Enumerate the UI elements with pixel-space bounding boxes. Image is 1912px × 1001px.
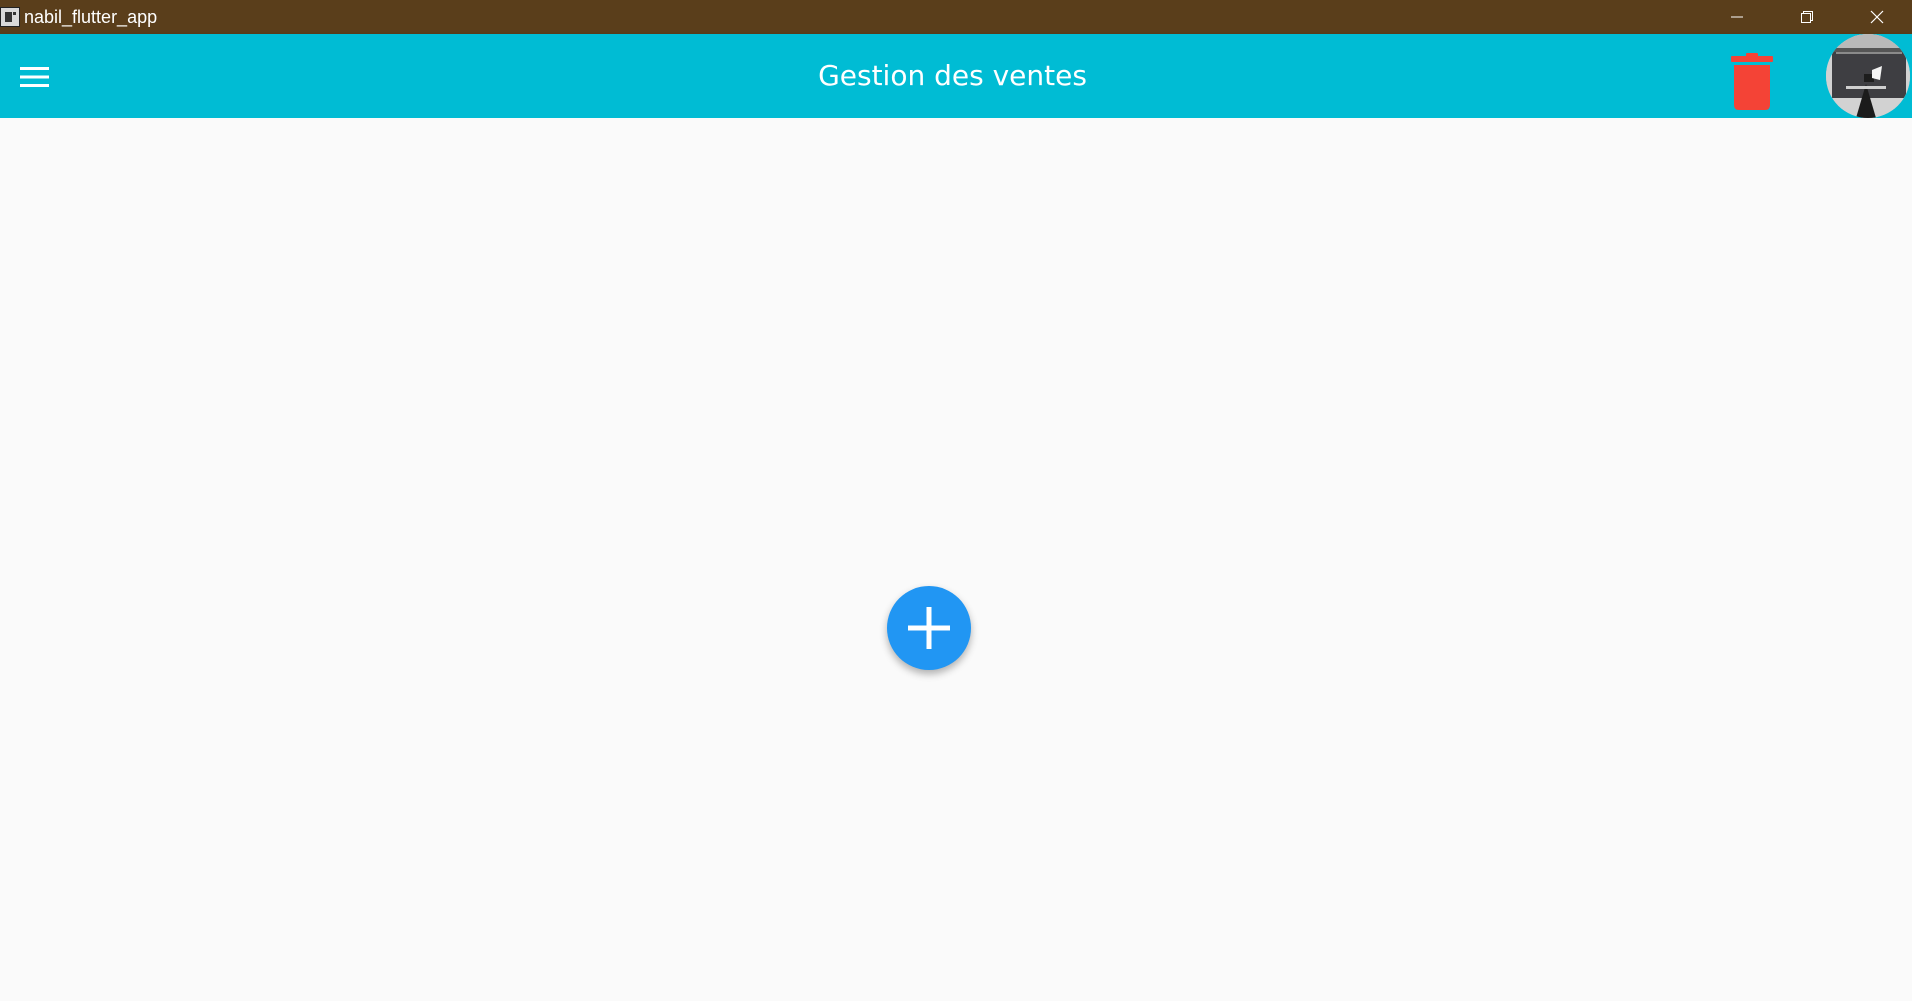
- app-bar: Gestion des ventes: [0, 34, 1912, 118]
- close-icon: [1870, 10, 1884, 24]
- avatar-image: [1826, 34, 1910, 118]
- close-button[interactable]: [1842, 0, 1912, 34]
- delete-button[interactable]: [1722, 52, 1782, 112]
- page-title: Gestion des ventes: [818, 59, 1087, 92]
- app-icon: [0, 7, 20, 27]
- profile-avatar[interactable]: [1826, 34, 1910, 118]
- restore-icon: [1801, 11, 1813, 23]
- window-titlebar[interactable]: nabil_flutter_app: [0, 0, 1912, 34]
- main-content: [0, 118, 1912, 1001]
- maximize-button[interactable]: [1772, 0, 1842, 34]
- trash-icon: [1731, 53, 1773, 110]
- add-icon: [908, 607, 950, 649]
- add-button[interactable]: [887, 586, 971, 670]
- window-title: nabil_flutter_app: [24, 7, 158, 27]
- minimize-icon: [1731, 16, 1743, 18]
- minimize-button[interactable]: [1702, 0, 1772, 34]
- app-window: nabil_flutter_app Gestion des ventes: [0, 0, 1912, 1001]
